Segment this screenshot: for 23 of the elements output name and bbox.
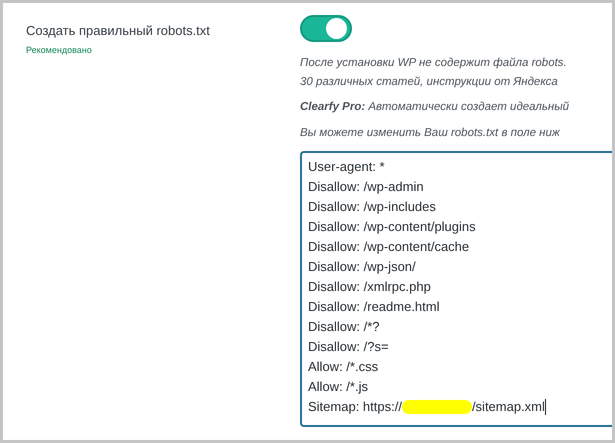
- code-line: Disallow: /xmlrpc.php: [308, 278, 431, 296]
- description-text: Вы можете изменить Ваш robots.txt в поле ниж: [300, 126, 561, 141]
- code-line: Disallow: /wp-content/cache: [308, 238, 470, 256]
- toggle-switch[interactable]: [300, 15, 352, 42]
- code-line: User-agent: *: [308, 158, 385, 176]
- description-text: Clearfy Pro: Автоматически создает идеальный: [300, 100, 570, 115]
- code-line: Allow: /*.css: [308, 358, 378, 376]
- code-line: Disallow: /wp-admin: [308, 178, 424, 196]
- code-line: Disallow: /wp-json/: [308, 258, 416, 276]
- text-cursor: [544, 399, 546, 415]
- code-line: Disallow: /wp-content/plugins: [308, 218, 476, 236]
- code-line: Disallow: /*?: [308, 318, 380, 336]
- recommended-label: Рекомендовано: [26, 44, 93, 57]
- code-line: Disallow: /readme.html: [308, 298, 440, 316]
- code-line: Allow: /*.js: [308, 378, 368, 396]
- setting-label: Создать правильный robots.txt: [26, 22, 211, 40]
- code-line: Disallow: /?s=: [308, 338, 389, 356]
- code-line: Disallow: /wp-includes: [308, 198, 436, 216]
- description-text: 30 различных статей, инструкции от Яндекса: [300, 75, 559, 90]
- robots-text-field[interactable]: [300, 151, 612, 427]
- code-line: Sitemap: https://: [308, 398, 402, 416]
- description-text: После установки WP не содержит файла robots.: [300, 56, 568, 71]
- code-line: /sitemap.xml: [472, 398, 545, 416]
